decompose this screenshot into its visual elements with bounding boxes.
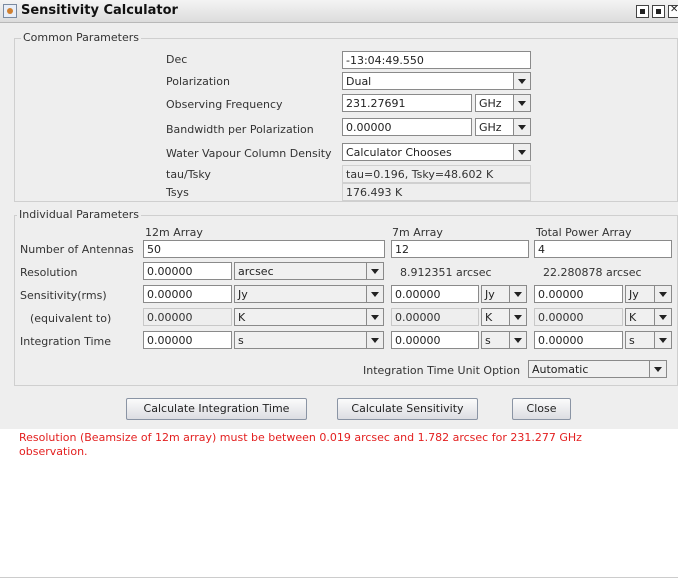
dec-input[interactable]: -13:04:49.550 — [342, 51, 531, 69]
equivalent-tp-dropdown-icon[interactable] — [655, 308, 672, 326]
bandwidth-input[interactable]: 0.00000 — [342, 118, 472, 136]
dec-label: Dec — [166, 53, 188, 66]
column-7m-array: 7m Array — [392, 226, 443, 239]
water-vapour-dropdown-icon[interactable] — [514, 143, 531, 161]
water-vapour-select[interactable]: Calculator Chooses — [342, 143, 514, 161]
sensitivity-7m-unit-select[interactable]: Jy — [481, 285, 510, 303]
close-icon[interactable] — [668, 4, 678, 18]
integration-time-label: Integration Time — [20, 335, 112, 348]
bottom-border — [0, 577, 678, 581]
antennas-12m-input[interactable]: 50 — [143, 240, 385, 258]
sensitivity-12m-input[interactable]: 0.00000 — [143, 285, 232, 303]
integration-7m-unit-select[interactable]: s — [481, 331, 510, 349]
polarization-dropdown-icon[interactable] — [514, 72, 531, 90]
integration-12m-input[interactable]: 0.00000 — [143, 331, 232, 349]
equivalent-7m-unit-select[interactable]: K — [481, 308, 510, 326]
frequency-input[interactable]: 231.27691 — [342, 94, 472, 112]
sensitivity-tp-unit-select[interactable]: Jy — [625, 285, 655, 303]
close-button[interactable]: Close — [512, 398, 571, 420]
java-app-icon — [3, 4, 17, 18]
bandwidth-unit-dropdown-icon[interactable] — [514, 118, 531, 136]
resolution-label: Resolution — [20, 266, 78, 279]
antennas-tp-input[interactable]: 4 — [534, 240, 672, 258]
equivalent-12m-dropdown-icon[interactable] — [367, 308, 384, 326]
integration-12m-dropdown-icon[interactable] — [367, 331, 384, 349]
common-parameters-title: Common Parameters — [21, 31, 141, 44]
equivalent-tp-unit-select[interactable]: K — [625, 308, 655, 326]
frequency-label: Observing Frequency — [166, 98, 283, 111]
equivalent-7m-value: 0.00000 — [391, 308, 479, 326]
equivalent-tp-value: 0.00000 — [534, 308, 623, 326]
column-total-power-array: Total Power Array — [536, 226, 632, 239]
integration-tp-dropdown-icon[interactable] — [655, 331, 672, 349]
maximize-icon[interactable] — [652, 5, 665, 18]
sensitivity-7m-input[interactable]: 0.00000 — [391, 285, 479, 303]
sensitivity-tp-dropdown-icon[interactable] — [655, 285, 672, 303]
sensitivity-tp-input[interactable]: 0.00000 — [534, 285, 623, 303]
integration-tp-input[interactable]: 0.00000 — [534, 331, 623, 349]
individual-parameters-title: Individual Parameters — [17, 208, 142, 221]
sensitivity-12m-unit-select[interactable]: Jy — [234, 285, 367, 303]
column-12m-array: 12m Array — [145, 226, 203, 239]
bandwidth-unit-select[interactable]: GHz — [475, 118, 514, 136]
minimize-icon[interactable] — [636, 5, 649, 18]
resolution-7m-value: 8.912351 arcsec — [400, 266, 492, 279]
time-unit-option-dropdown-icon[interactable] — [650, 360, 667, 378]
time-unit-option-select[interactable]: Automatic — [528, 360, 650, 378]
sensitivity-12m-dropdown-icon[interactable] — [367, 285, 384, 303]
time-unit-option-label: Integration Time Unit Option — [363, 364, 521, 377]
resolution-12m-input[interactable]: 0.00000 — [143, 262, 232, 280]
error-message: Resolution (Beamsize of 12m array) must … — [19, 431, 582, 458]
resolution-12m-unit-select[interactable]: arcsec — [234, 262, 367, 280]
resolution-unit-dropdown-icon[interactable] — [367, 262, 384, 280]
antennas-7m-input[interactable]: 12 — [391, 240, 529, 258]
title-bar: Sensitivity Calculator — [0, 0, 678, 23]
antennas-label: Number of Antennas — [20, 243, 134, 256]
calculate-sensitivity-button[interactable]: Calculate Sensitivity — [337, 398, 478, 420]
water-vapour-label: Water Vapour Column Density — [166, 147, 332, 160]
polarization-label: Polarization — [166, 75, 230, 88]
bandwidth-label: Bandwidth per Polarization — [166, 123, 314, 136]
frequency-unit-dropdown-icon[interactable] — [514, 94, 531, 112]
tsys-value: 176.493 K — [342, 183, 531, 201]
equivalent-label: (equivalent to) — [30, 312, 112, 325]
equivalent-12m-value: 0.00000 — [143, 308, 232, 326]
frequency-unit-select[interactable]: GHz — [475, 94, 514, 112]
integration-7m-input[interactable]: 0.00000 — [391, 331, 479, 349]
tsys-label: Tsys — [166, 186, 189, 199]
equivalent-7m-dropdown-icon[interactable] — [510, 308, 527, 326]
window-title: Sensitivity Calculator — [21, 3, 178, 18]
equivalent-12m-unit-select[interactable]: K — [234, 308, 367, 326]
sensitivity-7m-dropdown-icon[interactable] — [510, 285, 527, 303]
tau-tsky-value: tau=0.196, Tsky=48.602 K — [342, 165, 531, 183]
polarization-select[interactable]: Dual — [342, 72, 514, 90]
tau-tsky-label: tau/Tsky — [166, 168, 211, 181]
resolution-tp-value: 22.280878 arcsec — [543, 266, 642, 279]
integration-tp-unit-select[interactable]: s — [625, 331, 655, 349]
integration-12m-unit-select[interactable]: s — [234, 331, 367, 349]
integration-7m-dropdown-icon[interactable] — [510, 331, 527, 349]
calculate-integration-time-button[interactable]: Calculate Integration Time — [126, 398, 307, 420]
sensitivity-label: Sensitivity(rms) — [20, 289, 107, 302]
